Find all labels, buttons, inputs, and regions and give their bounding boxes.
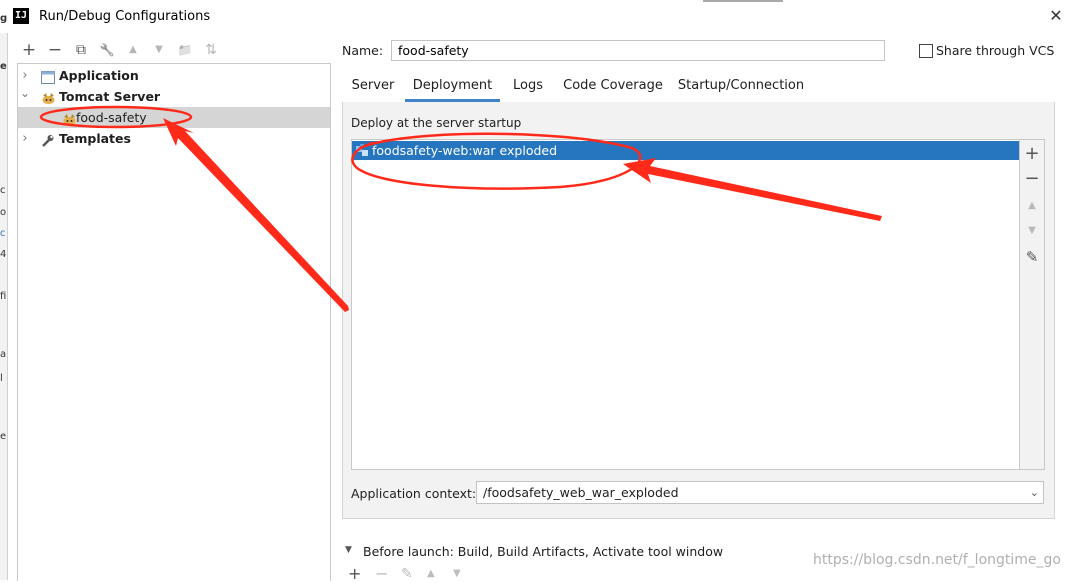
intellij-app-icon: IJ bbox=[13, 8, 29, 24]
tomcat-icon bbox=[41, 90, 55, 104]
sort-icon: ⇅ bbox=[205, 42, 217, 58]
wrench-icon[interactable]: 🔧 bbox=[98, 38, 116, 62]
move-up-icon: ▲ bbox=[129, 44, 137, 55]
move-down-icon: ▼ bbox=[155, 44, 163, 55]
close-icon[interactable]: ✕ bbox=[1048, 7, 1064, 25]
background-window-strip: g e c o c 4 fi a l e bbox=[0, 13, 8, 580]
background-text: fi bbox=[0, 291, 7, 302]
remove-icon: − bbox=[375, 564, 389, 583]
watermark: https://blog.csdn.net/f_longtime_go bbox=[813, 552, 1061, 568]
folder-icon[interactable]: 📁 bbox=[176, 38, 194, 62]
artifact-list[interactable] bbox=[351, 139, 1020, 470]
artifact-item[interactable]: foodsafety-web:war exploded bbox=[352, 141, 1019, 160]
background-window-edge bbox=[703, 0, 783, 2]
tomcat-icon bbox=[62, 111, 76, 125]
configurations-tree: › Application ⌄ Tomcat Server food-safet… bbox=[17, 63, 331, 581]
background-text: c bbox=[0, 228, 6, 239]
name-field[interactable] bbox=[391, 40, 885, 61]
application-icon bbox=[41, 69, 55, 84]
remove-icon[interactable]: − bbox=[46, 38, 64, 62]
add-icon[interactable]: + bbox=[348, 564, 361, 583]
collapse-arrow-icon[interactable]: ▼ bbox=[345, 545, 352, 555]
artifact-list-toolbar: + − ▲ ▼ ✎ bbox=[1020, 139, 1045, 470]
tab-deployment[interactable]: Deployment bbox=[405, 73, 500, 102]
tree-item-label: Application bbox=[59, 68, 139, 83]
add-icon[interactable]: + bbox=[20, 38, 38, 62]
move-down-icon: ▼ bbox=[1028, 225, 1036, 236]
background-text: e bbox=[0, 61, 7, 72]
tree-item-templates[interactable]: › Templates bbox=[18, 128, 330, 149]
application-context-label: Application context: bbox=[351, 486, 477, 501]
tab-code-coverage[interactable]: Code Coverage bbox=[559, 73, 667, 101]
wrench-icon bbox=[41, 132, 55, 147]
configurations-toolbar: + − ⧉ 🔧 ▲ ▼ 📁 ⇅ bbox=[14, 38, 334, 62]
title-bar: IJ Run/Debug Configurations ✕ bbox=[0, 0, 1071, 33]
tree-item-label: Tomcat Server bbox=[59, 89, 161, 104]
application-context-value: /foodsafety_web_war_exploded bbox=[483, 485, 679, 500]
window-title: Run/Debug Configurations bbox=[39, 9, 211, 24]
remove-icon[interactable]: − bbox=[1020, 168, 1044, 190]
tab-logs[interactable]: Logs bbox=[503, 73, 553, 101]
background-text: l bbox=[0, 373, 3, 384]
artifact-icon bbox=[355, 143, 369, 157]
deploy-caption: Deploy at the server startup bbox=[351, 116, 522, 130]
tree-item-label: Templates bbox=[59, 131, 131, 146]
application-context-combobox[interactable]: /foodsafety_web_war_exploded ⌄ bbox=[476, 481, 1044, 504]
edit-icon[interactable]: ✎ bbox=[1020, 246, 1044, 268]
add-icon[interactable]: + bbox=[1020, 143, 1044, 165]
move-up-icon: ▲ bbox=[1028, 200, 1036, 211]
background-text: e bbox=[0, 431, 7, 442]
name-label: Name: bbox=[342, 43, 384, 58]
before-launch-toolbar: + − ✎ ▲ ▼ bbox=[345, 564, 485, 583]
background-text: a bbox=[0, 349, 7, 360]
share-through-vcs-label[interactable]: Share through VCS bbox=[936, 43, 1054, 58]
background-text: 4 bbox=[0, 249, 7, 260]
chevron-down-icon[interactable]: ⌄ bbox=[1030, 482, 1039, 503]
tree-item-food-safety[interactable]: food-safety bbox=[18, 107, 330, 128]
chevron-right-icon[interactable]: › bbox=[19, 128, 31, 149]
tree-item-label: food-safety bbox=[76, 110, 147, 125]
tree-item-tomcat-server[interactable]: ⌄ Tomcat Server bbox=[18, 86, 330, 107]
move-up-icon: ▲ bbox=[427, 568, 435, 579]
before-launch-label: Before launch: Build, Build Artifacts, A… bbox=[363, 544, 724, 559]
copy-icon[interactable]: ⧉ bbox=[72, 38, 90, 62]
share-through-vcs-checkbox[interactable] bbox=[919, 44, 933, 58]
config-tabs: Server Deployment Logs Code Coverage Sta… bbox=[343, 73, 1055, 103]
tab-startup-connection[interactable]: Startup/Connection bbox=[676, 73, 806, 101]
background-text: c bbox=[0, 185, 6, 196]
artifact-label: foodsafety-web:war exploded bbox=[372, 143, 558, 158]
tab-server[interactable]: Server bbox=[343, 73, 403, 101]
background-text: o bbox=[0, 207, 7, 218]
background-text: g bbox=[0, 13, 8, 24]
tree-item-application[interactable]: › Application bbox=[18, 65, 330, 86]
chevron-down-icon[interactable]: ⌄ bbox=[19, 83, 31, 104]
move-down-icon: ▼ bbox=[453, 568, 461, 579]
